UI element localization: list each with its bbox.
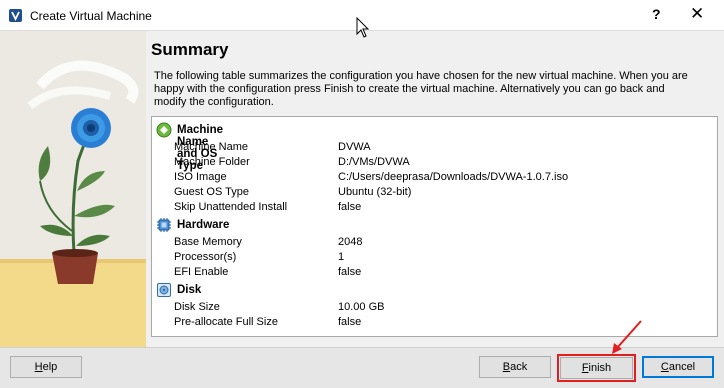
- table-row: Machine Folder D:/VMs/DVWA: [174, 155, 714, 170]
- cancel-button[interactable]: Cancel: [642, 356, 714, 378]
- section-title: Hardware: [177, 219, 230, 231]
- row-key: Pre-allocate Full Size: [174, 316, 278, 328]
- os-type-icon: [156, 122, 172, 138]
- page-title: Summary: [151, 40, 229, 59]
- annotation-arrow-icon: [612, 320, 642, 354]
- row-value: 1: [338, 251, 345, 263]
- flower-illustration: [0, 31, 146, 347]
- table-row: ISO Image C:/Users/deeprasa/Downloads/DV…: [174, 170, 714, 185]
- table-row: Guest OS Type Ubuntu (32-bit): [174, 185, 714, 200]
- table-row: Machine Name DVWA: [174, 140, 714, 155]
- row-value: DVWA: [338, 141, 371, 153]
- close-button[interactable]: ✕: [690, 4, 704, 24]
- mouse-cursor-icon: [356, 17, 370, 38]
- virtualbox-icon: [9, 9, 22, 22]
- row-key: Disk Size: [174, 301, 220, 313]
- row-key: Machine Folder: [174, 156, 250, 168]
- row-value: false: [338, 316, 362, 328]
- row-value: false: [338, 266, 362, 278]
- button-mnemonic: H: [34, 361, 43, 373]
- button-label: elp: [42, 361, 58, 373]
- button-mnemonic: C: [660, 361, 669, 373]
- row-key: EFI Enable: [174, 266, 229, 278]
- row-key: Guest OS Type: [174, 186, 250, 198]
- row-key: Processor(s): [174, 251, 237, 263]
- row-value: D:/VMs/DVWA: [338, 156, 410, 168]
- window-title: Create Virtual Machine: [30, 9, 152, 23]
- row-key: Base Memory: [174, 236, 242, 248]
- row-value: C:/Users/deeprasa/Downloads/DVWA-1.0.7.i…: [338, 171, 569, 183]
- table-row: Processor(s) 1: [174, 250, 714, 265]
- table-row: Base Memory 2048: [174, 235, 714, 250]
- button-label: ancel: [668, 361, 696, 373]
- button-mnemonic: B: [502, 361, 511, 373]
- back-button[interactable]: Back: [479, 356, 551, 378]
- row-value: Ubuntu (32-bit): [338, 186, 412, 198]
- row-value: 10.00 GB: [338, 301, 385, 313]
- row-key: ISO Image: [174, 171, 227, 183]
- context-help-button[interactable]: ?: [652, 6, 661, 22]
- button-label: ack: [510, 361, 528, 373]
- table-row: Skip Unattended Install false: [174, 200, 714, 215]
- row-key: Machine Name: [174, 141, 248, 153]
- row-key: Skip Unattended Install: [174, 201, 288, 213]
- wizard-side-illustration: [0, 31, 146, 347]
- summary-table: Machine Name and OS Type Machine Name DV…: [151, 116, 718, 337]
- help-button[interactable]: Help: [10, 356, 82, 378]
- row-value: 2048: [338, 236, 363, 248]
- chip-icon: [157, 218, 171, 232]
- disk-icon: [157, 283, 171, 297]
- section-title: Disk: [177, 284, 202, 296]
- table-row: Disk Size 10.00 GB: [174, 300, 714, 315]
- page-description: The following table summarizes the confi…: [154, 70, 688, 108]
- table-row: EFI Enable false: [174, 265, 714, 280]
- row-value: false: [338, 201, 362, 213]
